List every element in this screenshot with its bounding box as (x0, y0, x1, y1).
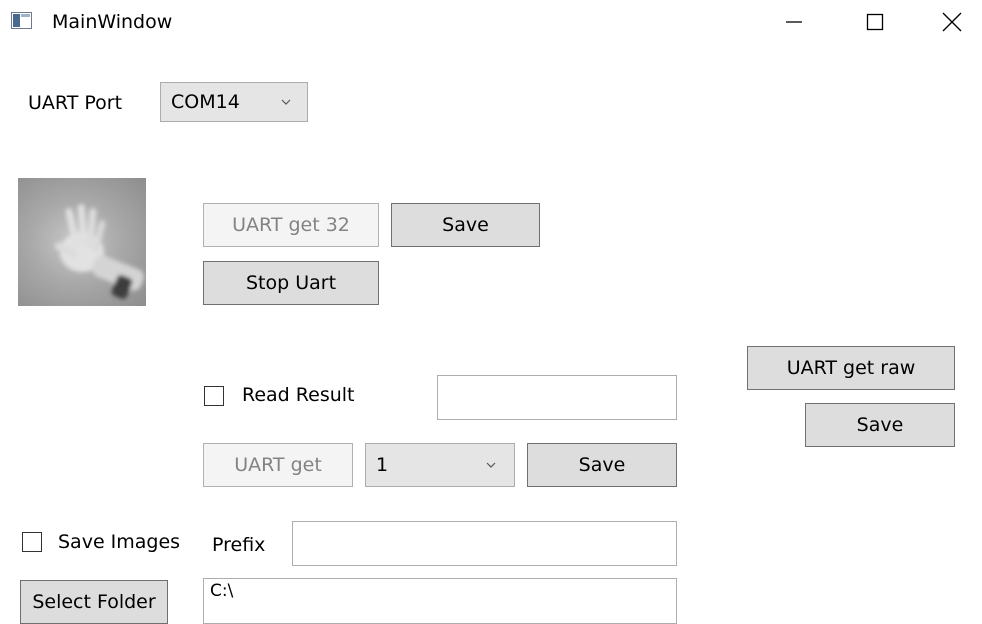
minimize-icon (786, 21, 802, 23)
uart-get-count-dropdown[interactable]: 1 (365, 443, 515, 487)
maximize-button[interactable] (845, 0, 905, 44)
select-folder-button[interactable]: Select Folder (20, 580, 168, 624)
close-button[interactable] (922, 0, 982, 44)
stop-uart-button[interactable]: Stop Uart (203, 261, 379, 305)
save-images-label: Save Images (58, 531, 181, 553)
hand-image (54, 204, 144, 299)
minimize-button[interactable] (764, 0, 824, 44)
maximize-icon (866, 13, 884, 31)
read-result-field[interactable] (437, 375, 677, 420)
save-32-button[interactable]: Save (391, 203, 540, 247)
uart-get-32-button[interactable]: UART get 32 (203, 203, 379, 247)
uart-get-count-selected: 1 (376, 454, 389, 476)
window-title: MainWindow (52, 11, 173, 33)
prefix-input[interactable] (292, 521, 677, 566)
save-get-button[interactable]: Save (527, 443, 677, 487)
title-bar: MainWindow (0, 0, 982, 44)
chevron-down-icon (281, 99, 291, 105)
prefix-label: Prefix (212, 534, 266, 556)
chevron-down-icon (486, 462, 496, 468)
image-preview (18, 178, 146, 306)
folder-path-field[interactable]: C:\ (203, 578, 677, 624)
save-raw-button[interactable]: Save (805, 403, 955, 447)
read-result-checkbox[interactable] (204, 386, 224, 406)
close-icon (942, 12, 962, 32)
uart-port-selected: COM14 (171, 91, 240, 113)
uart-get-raw-button[interactable]: UART get raw (747, 346, 955, 390)
uart-port-label: UART Port (28, 92, 123, 114)
uart-port-dropdown[interactable]: COM14 (160, 82, 308, 122)
read-result-label: Read Result (242, 384, 355, 406)
window-app-icon (11, 12, 32, 29)
save-images-checkbox[interactable] (22, 532, 42, 552)
uart-get-button[interactable]: UART get (203, 443, 353, 487)
